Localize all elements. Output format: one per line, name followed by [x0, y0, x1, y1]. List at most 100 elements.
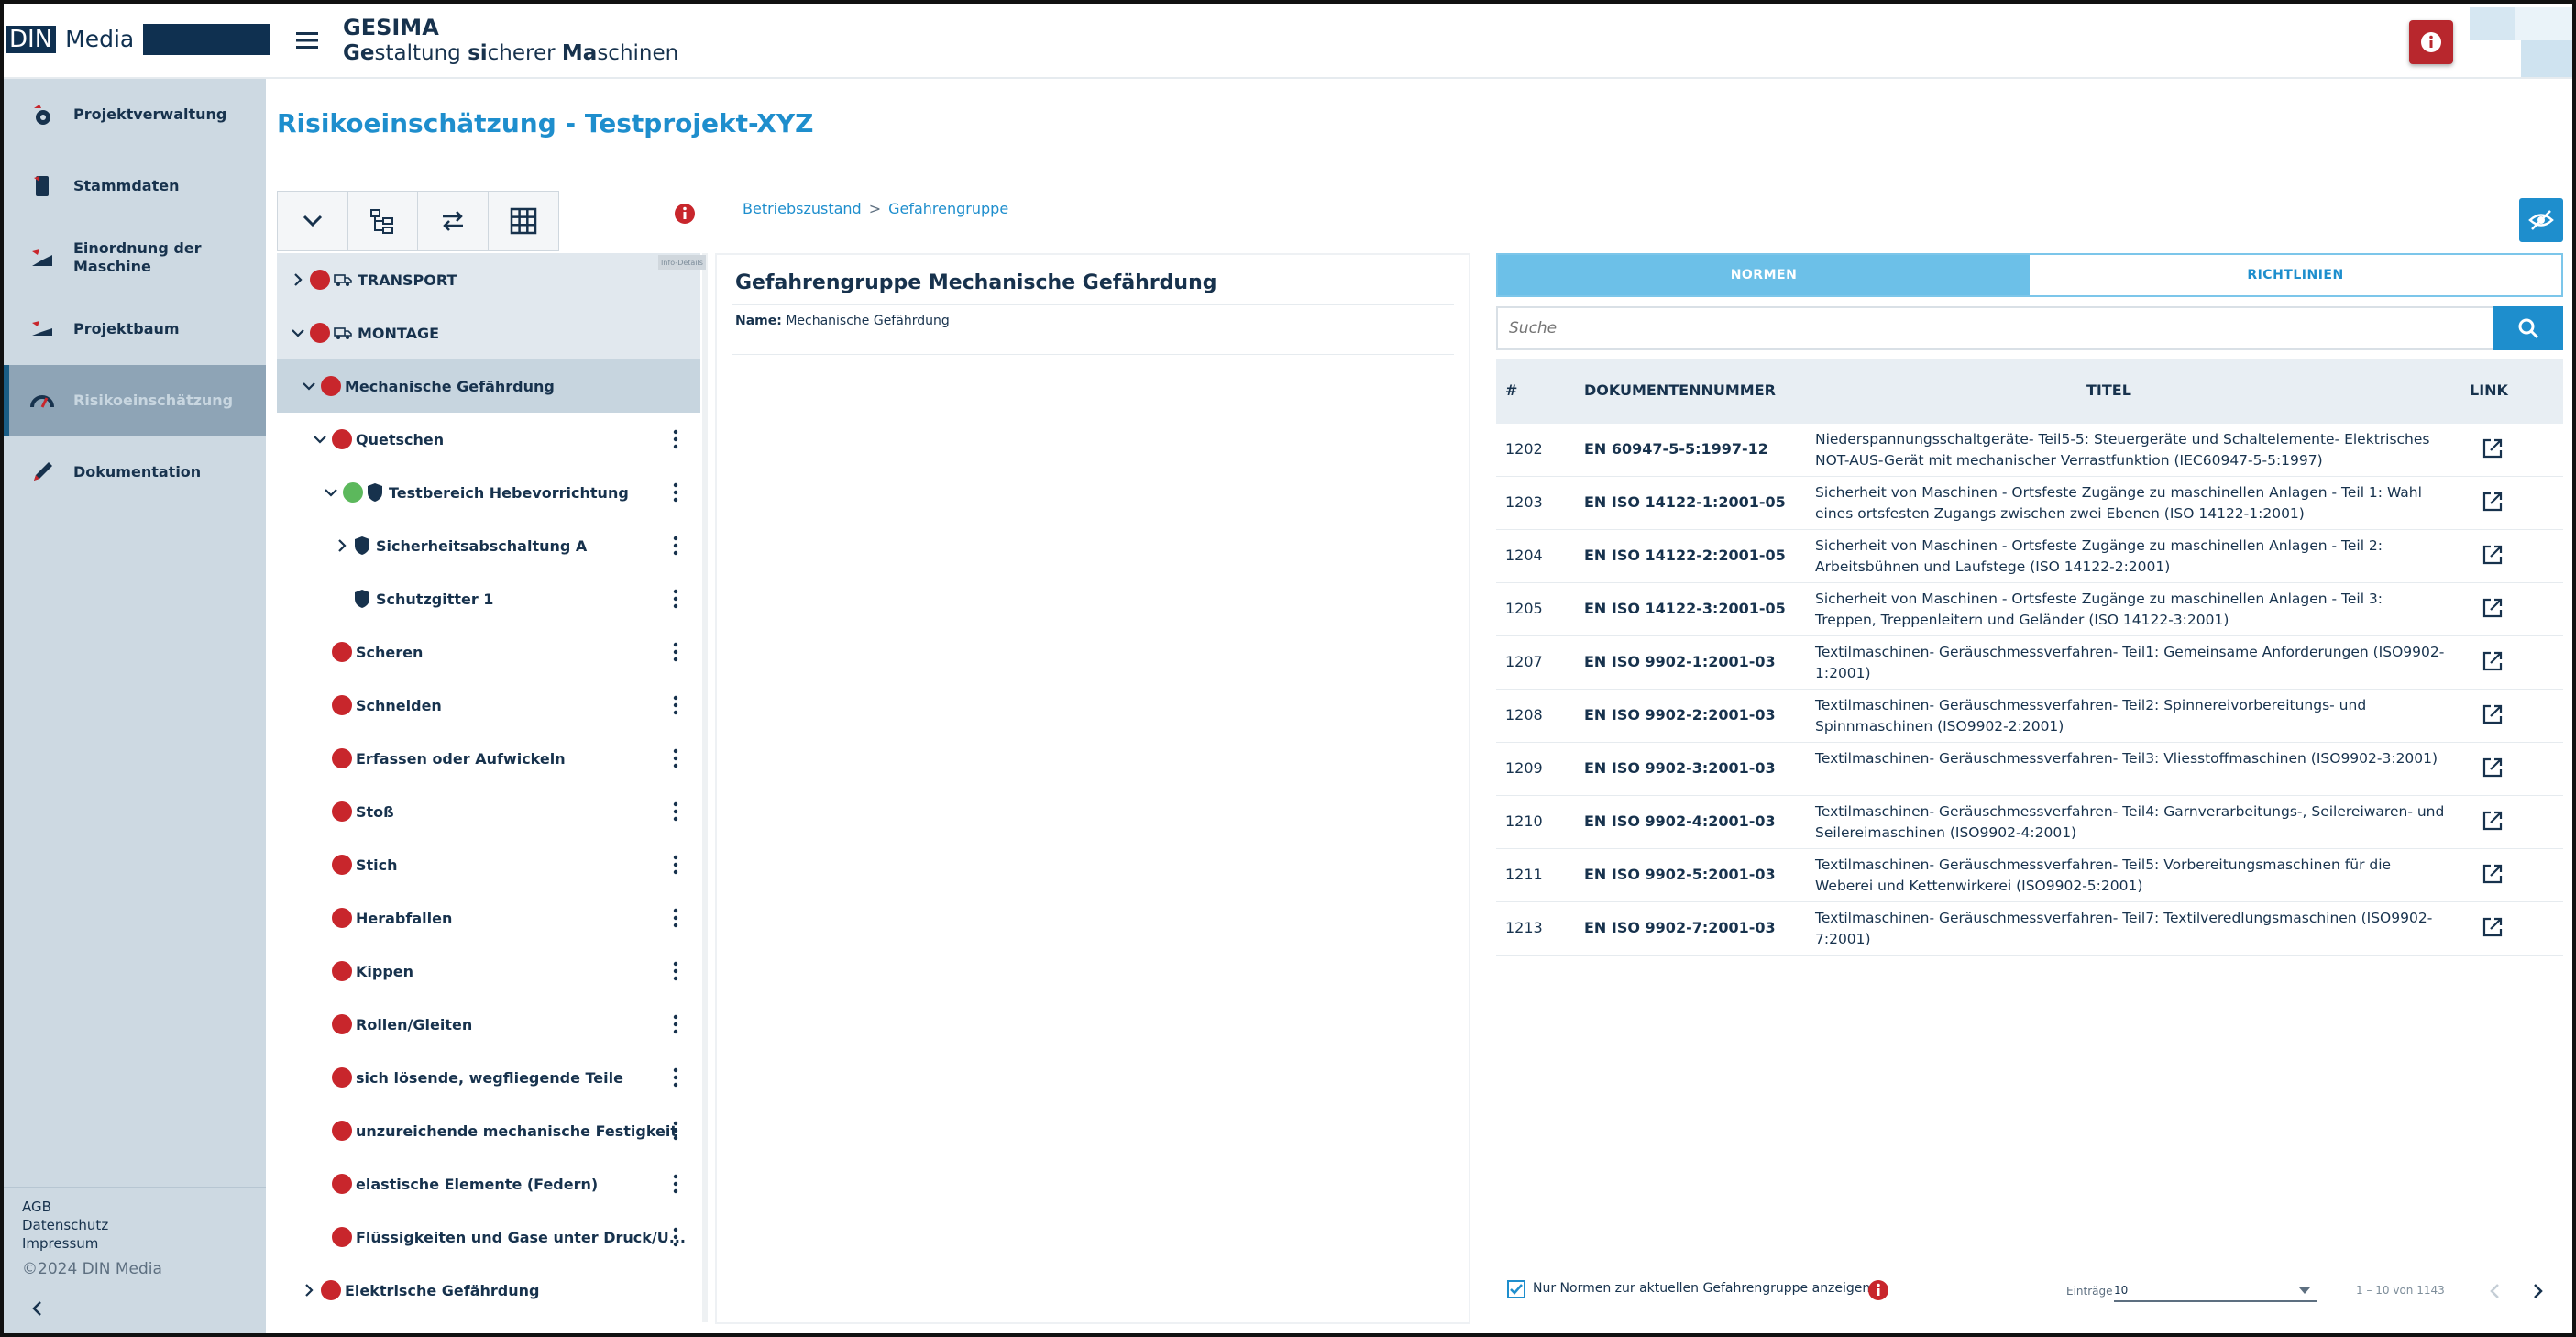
agb-link[interactable]: AGB — [22, 1198, 162, 1216]
collapse-all-button[interactable] — [278, 192, 348, 250]
tree-node[interactable]: Erfassen oder Aufwickeln — [277, 732, 700, 785]
sidebar-item-projektbaum[interactable]: Projektbaum — [4, 293, 266, 365]
table-row[interactable]: 1204 EN ISO 14122-2:2001-05 Sicherheit von… — [1496, 530, 2563, 583]
filter-info-icon[interactable] — [1866, 1278, 1890, 1302]
sidebar-item-risikoeinschaetzung[interactable]: Risikoeinschätzung — [4, 365, 266, 436]
tree-node[interactable]: Stich — [277, 838, 700, 891]
more-vert-icon[interactable] — [673, 695, 678, 715]
tree-node[interactable]: Kippen — [277, 945, 700, 998]
more-vert-icon[interactable] — [673, 1121, 678, 1141]
grid-view-button[interactable] — [488, 192, 558, 250]
tree-node[interactable]: Stoß — [277, 785, 700, 838]
datenschutz-link[interactable]: Datenschutz — [22, 1216, 162, 1234]
more-vert-icon[interactable] — [673, 1227, 678, 1247]
chevron-down-icon[interactable] — [308, 427, 332, 451]
tree-node[interactable]: elastische Elemente (Federn) — [277, 1157, 700, 1210]
breadcrumb-item[interactable]: Betriebszustand — [743, 200, 862, 217]
col-doc[interactable]: DOKUMENTENNUMMER — [1584, 381, 1776, 399]
status-risk-dot — [310, 323, 330, 343]
chevron-right-icon[interactable] — [330, 534, 354, 558]
tree-node[interactable]: Testbereich Hebevorrichtung — [277, 466, 700, 519]
chevron-right-icon[interactable] — [297, 1278, 321, 1302]
open-link-button[interactable] — [2481, 596, 2504, 624]
tree-view-button[interactable] — [347, 192, 418, 250]
more-vert-icon[interactable] — [673, 429, 678, 449]
tree-node[interactable]: Schneiden — [277, 679, 700, 732]
open-link-button[interactable] — [2481, 915, 2504, 943]
toggle-visibility-button[interactable] — [2519, 198, 2563, 242]
breadcrumb-item[interactable]: Gefahrengruppe — [888, 200, 1008, 217]
tree-node[interactable]: Flüssigkeiten und Gase unter Druck/U... — [277, 1210, 700, 1264]
tree-node[interactable]: Rollen/Gleiten — [277, 998, 700, 1051]
chevron-down-icon[interactable] — [319, 481, 343, 504]
table-row[interactable]: 1207 EN ISO 9902-1:2001-03 Textilmaschinen… — [1496, 636, 2563, 690]
impressum-link[interactable]: Impressum — [22, 1234, 162, 1253]
tree-node[interactable]: Elektrische Gefährdung — [277, 1264, 700, 1317]
tree-info-icon[interactable] — [673, 202, 697, 226]
search-button[interactable] — [2493, 306, 2563, 350]
collapse-sidebar-icon[interactable] — [28, 1298, 48, 1319]
more-vert-icon[interactable] — [673, 536, 678, 556]
table-row[interactable]: 1211 EN ISO 9902-5:2001-03 Textilmaschinen… — [1496, 849, 2563, 902]
more-vert-icon[interactable] — [673, 482, 678, 503]
tree-node[interactable]: sich lösende, wegfliegende Teile — [277, 1051, 700, 1104]
open-link-button[interactable] — [2481, 490, 2504, 517]
chevron-down-icon[interactable] — [297, 374, 321, 398]
menu-icon[interactable] — [293, 28, 321, 53]
open-link-button[interactable] — [2481, 436, 2504, 464]
next-page-button[interactable] — [2526, 1280, 2548, 1302]
tree-node[interactable]: Mechanische Gefährdung — [277, 359, 700, 413]
swap-button[interactable] — [418, 192, 489, 250]
tree-node[interactable]: TRANSPORT — [277, 253, 700, 306]
open-link-button[interactable] — [2481, 862, 2504, 889]
open-link-button[interactable] — [2481, 756, 2504, 783]
more-vert-icon[interactable] — [673, 1014, 678, 1034]
table-row[interactable]: 1205 EN ISO 14122-3:2001-05 Sicherheit von… — [1496, 583, 2563, 636]
table-row[interactable]: 1203 EN ISO 14122-1:2001-05 Sicherheit von… — [1496, 477, 2563, 530]
shield-icon — [355, 536, 369, 555]
tab-normen[interactable]: NORMEN — [1498, 255, 2030, 295]
tree-node[interactable]: Scheren — [277, 625, 700, 679]
more-vert-icon[interactable] — [673, 801, 678, 822]
prev-page-button[interactable] — [2484, 1280, 2506, 1302]
tree-scrollbar[interactable] — [702, 253, 708, 1322]
more-vert-icon[interactable] — [673, 642, 678, 662]
table-row[interactable]: 1210 EN ISO 9902-4:2001-03 Textilmaschinen… — [1496, 796, 2563, 849]
tree-node[interactable]: MONTAGE — [277, 306, 700, 359]
table-row[interactable]: 1209 EN ISO 9902-3:2001-03 Textilmaschinen… — [1496, 743, 2563, 796]
sidebar-item-dokumentation[interactable]: Dokumentation — [4, 436, 266, 508]
more-vert-icon[interactable] — [673, 1174, 678, 1194]
more-vert-icon[interactable] — [673, 589, 678, 609]
more-vert-icon[interactable] — [673, 1067, 678, 1088]
more-vert-icon[interactable] — [673, 908, 678, 928]
col-title[interactable]: TITEL — [2086, 381, 2131, 399]
table-row[interactable]: 1208 EN ISO 9902-2:2001-03 Textilmaschinen… — [1496, 690, 2563, 743]
tree-node[interactable]: unzureichende mechanische Festigkeit — [277, 1104, 700, 1157]
chevron-right-icon[interactable] — [286, 268, 310, 292]
open-link-button[interactable] — [2481, 543, 2504, 570]
tree-node[interactable]: Schutzgitter 1 — [277, 572, 700, 625]
table-row[interactable]: 1202 EN 60947-5-5:1997-12 Niederspannungss… — [1496, 424, 2563, 477]
din-media-logo[interactable]: DIN Media — [4, 24, 270, 55]
more-vert-icon[interactable] — [673, 748, 678, 768]
table-row[interactable]: 1213 EN ISO 9902-7:2001-03 Textilmaschinen… — [1496, 902, 2563, 956]
open-link-button[interactable] — [2481, 702, 2504, 730]
tree-node[interactable]: Sicherheitsabschaltung A — [277, 519, 700, 572]
more-vert-icon[interactable] — [673, 961, 678, 981]
tree-node[interactable]: Quetschen — [277, 413, 700, 466]
entries-select[interactable]: 10 — [2114, 1276, 2317, 1302]
tab-richtlinien[interactable]: RICHTLINIEN — [2030, 255, 2561, 295]
more-vert-icon[interactable] — [673, 855, 678, 875]
open-link-button[interactable] — [2481, 649, 2504, 677]
open-link-button[interactable] — [2481, 809, 2504, 836]
sidebar-item-projektverwaltung[interactable]: Projektverwaltung — [4, 79, 266, 150]
sidebar-item-einordnung[interactable]: Einordnung der Maschine — [4, 222, 266, 293]
search-input[interactable] — [1496, 306, 2495, 350]
sidebar-item-stammdaten[interactable]: Stammdaten — [4, 150, 266, 222]
filter-checkbox[interactable] — [1507, 1280, 1525, 1298]
tree-node[interactable]: Herabfallen — [277, 891, 700, 945]
chevron-down-icon[interactable] — [286, 321, 310, 345]
info-button[interactable] — [2409, 20, 2453, 64]
cell-doc: EN ISO 9902-1:2001-03 — [1584, 653, 1776, 670]
filter-checkbox-label[interactable]: Nur Normen zur aktuellen Gefahrengruppe … — [1533, 1281, 1875, 1296]
